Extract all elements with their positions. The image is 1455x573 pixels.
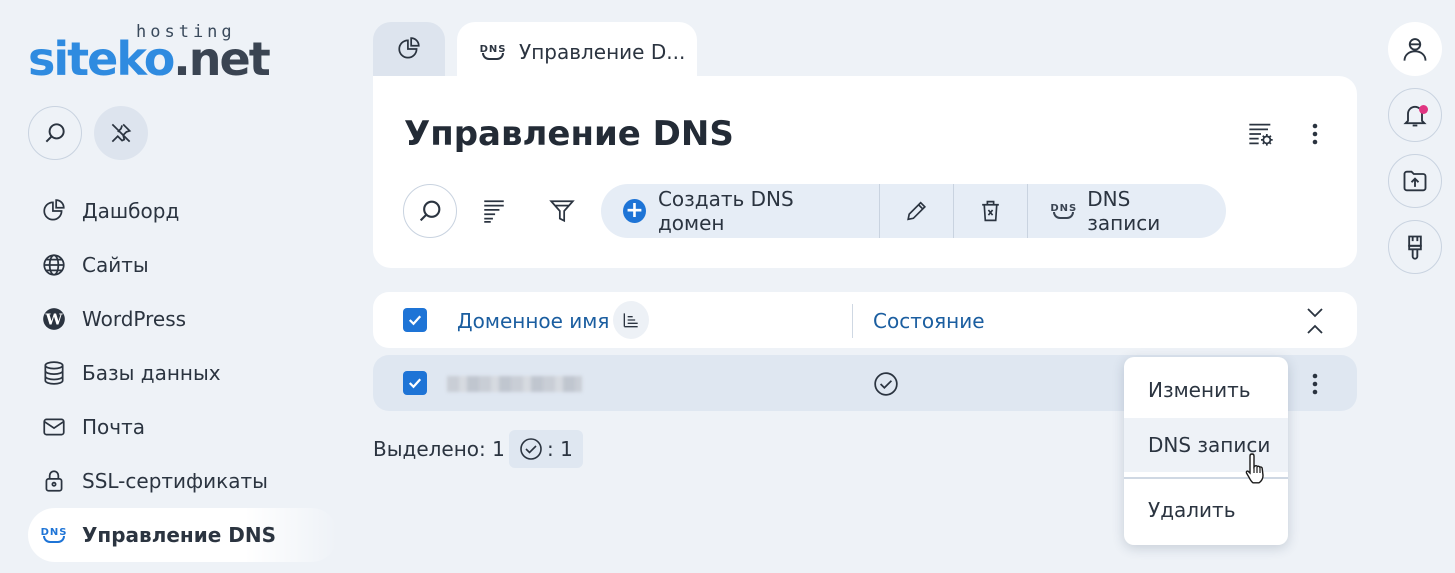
sidebar-item-dashboard[interactable]: Дашборд (28, 184, 338, 238)
menu-item-delete[interactable]: Удалить (1124, 483, 1288, 537)
toolbar-filter-button[interactable] (547, 196, 577, 226)
check-icon (408, 378, 422, 389)
unpin-icon (111, 123, 132, 143)
hand-cursor-icon (1245, 453, 1264, 484)
sidebar-item-wordpress[interactable]: W WordPress (28, 292, 338, 346)
collapse-expand-icon[interactable] (1303, 306, 1327, 336)
sidebar-item-label: SSL-сертификаты (82, 469, 268, 493)
globe-icon (40, 251, 68, 279)
edit-button[interactable] (880, 184, 955, 238)
svg-text:W: W (44, 310, 63, 328)
table-header: Доменное имя Состояние (373, 292, 1357, 348)
page-more-button[interactable] (1301, 118, 1329, 150)
sidebar-item-label: WordPress (82, 307, 187, 331)
pencil-icon (907, 201, 927, 221)
site-logo[interactable]: hosting siteko.net (28, 22, 298, 86)
dns-records-button[interactable]: DNS DNS записи (1028, 184, 1226, 238)
sidebar-item-label: Базы данных (82, 361, 221, 385)
sidebar-item-label: Почта (82, 415, 145, 439)
sidebar-item-databases[interactable]: Базы данных (28, 346, 338, 400)
page-header-panel: Управление DNS + Создать DNS домен DNS D… (373, 76, 1357, 268)
search-icon (45, 123, 65, 143)
page-title: Управление DNS (404, 114, 734, 154)
tab-label: Управление D... (519, 40, 686, 64)
row-more-button[interactable] (1301, 369, 1329, 399)
sidebar-search-button[interactable] (28, 106, 82, 160)
status-ok-icon (874, 372, 898, 396)
tools-button[interactable] (1388, 220, 1442, 274)
more-vertical-icon (1312, 123, 1318, 145)
tab-dns-management[interactable]: DNS Управление D... (457, 22, 697, 82)
domain-name-redacted (447, 376, 582, 392)
create-dns-domain-button[interactable]: + Создать DNS домен (601, 184, 881, 238)
sidebar-item-label: Сайты (82, 253, 149, 277)
menu-item-edit[interactable]: Изменить (1124, 363, 1288, 417)
selected-status-badge[interactable]: : 1 (509, 430, 583, 468)
lock-icon (40, 467, 68, 495)
sidebar-nav: Дашборд Сайты W WordPress Базы данных По… (28, 184, 338, 562)
search-icon (419, 200, 441, 222)
sort-lines-icon (484, 200, 504, 223)
pie-chart-icon (40, 197, 68, 225)
tab-dashboard[interactable] (373, 22, 445, 76)
dns-records-label: DNS записи (1087, 187, 1161, 235)
filter-icon (549, 200, 575, 223)
action-bar: + Создать DNS домен DNS DNS записи (601, 184, 1226, 238)
sidebar-unpin-button[interactable] (94, 106, 148, 160)
row-context-menu: Изменить DNS записи Удалить (1124, 357, 1288, 545)
column-divider (852, 304, 853, 338)
dns-icon: DNS (1050, 203, 1077, 219)
column-header-state[interactable]: Состояние (873, 309, 985, 333)
check-icon (408, 315, 422, 326)
create-dns-domain-label: Создать DNS домен (657, 187, 794, 235)
sidebar-item-label: Дашборд (82, 199, 180, 223)
database-icon (40, 359, 68, 387)
sidebar-item-sites[interactable]: Сайты (28, 238, 338, 292)
notification-dot (1419, 105, 1428, 114)
logo-brand: siteko.net (28, 32, 271, 86)
sidebar-item-label: Управление DNS (82, 523, 277, 547)
selection-count-label: Выделено: 1 (373, 437, 505, 461)
user-profile-button[interactable] (1388, 22, 1442, 76)
plus-icon: + (623, 199, 646, 223)
user-icon (1403, 38, 1427, 61)
list-settings-icon (1249, 123, 1273, 146)
table-settings-button[interactable] (1245, 118, 1277, 150)
select-all-checkbox[interactable] (403, 308, 427, 332)
dns-icon: DNS (40, 521, 68, 549)
row-checkbox[interactable] (403, 371, 427, 395)
more-vertical-icon (1312, 373, 1318, 395)
sidebar-item-mail[interactable]: Почта (28, 400, 338, 454)
column-header-domain[interactable]: Доменное имя (457, 309, 609, 333)
sort-icon (623, 313, 638, 328)
folder-upload-icon (1403, 170, 1427, 192)
selected-status-count: : 1 (547, 437, 573, 461)
column-sort-button[interactable] (613, 301, 649, 339)
pie-chart-icon (398, 37, 420, 59)
notifications-button[interactable] (1388, 88, 1442, 142)
sidebar-item-ssl[interactable]: SSL-сертификаты (28, 454, 338, 508)
toolbar-sort-button[interactable] (479, 196, 509, 226)
toolbar-search-button[interactable] (403, 184, 457, 238)
file-upload-button[interactable] (1388, 154, 1442, 208)
brush-icon (1408, 235, 1422, 260)
delete-button[interactable] (954, 184, 1029, 238)
trash-icon (982, 200, 1000, 222)
dns-icon: DNS (479, 44, 507, 60)
sidebar-item-dns[interactable]: DNS Управление DNS (28, 508, 338, 562)
status-ok-icon (520, 438, 542, 460)
wordpress-icon: W (40, 305, 68, 333)
mail-icon (40, 413, 68, 441)
